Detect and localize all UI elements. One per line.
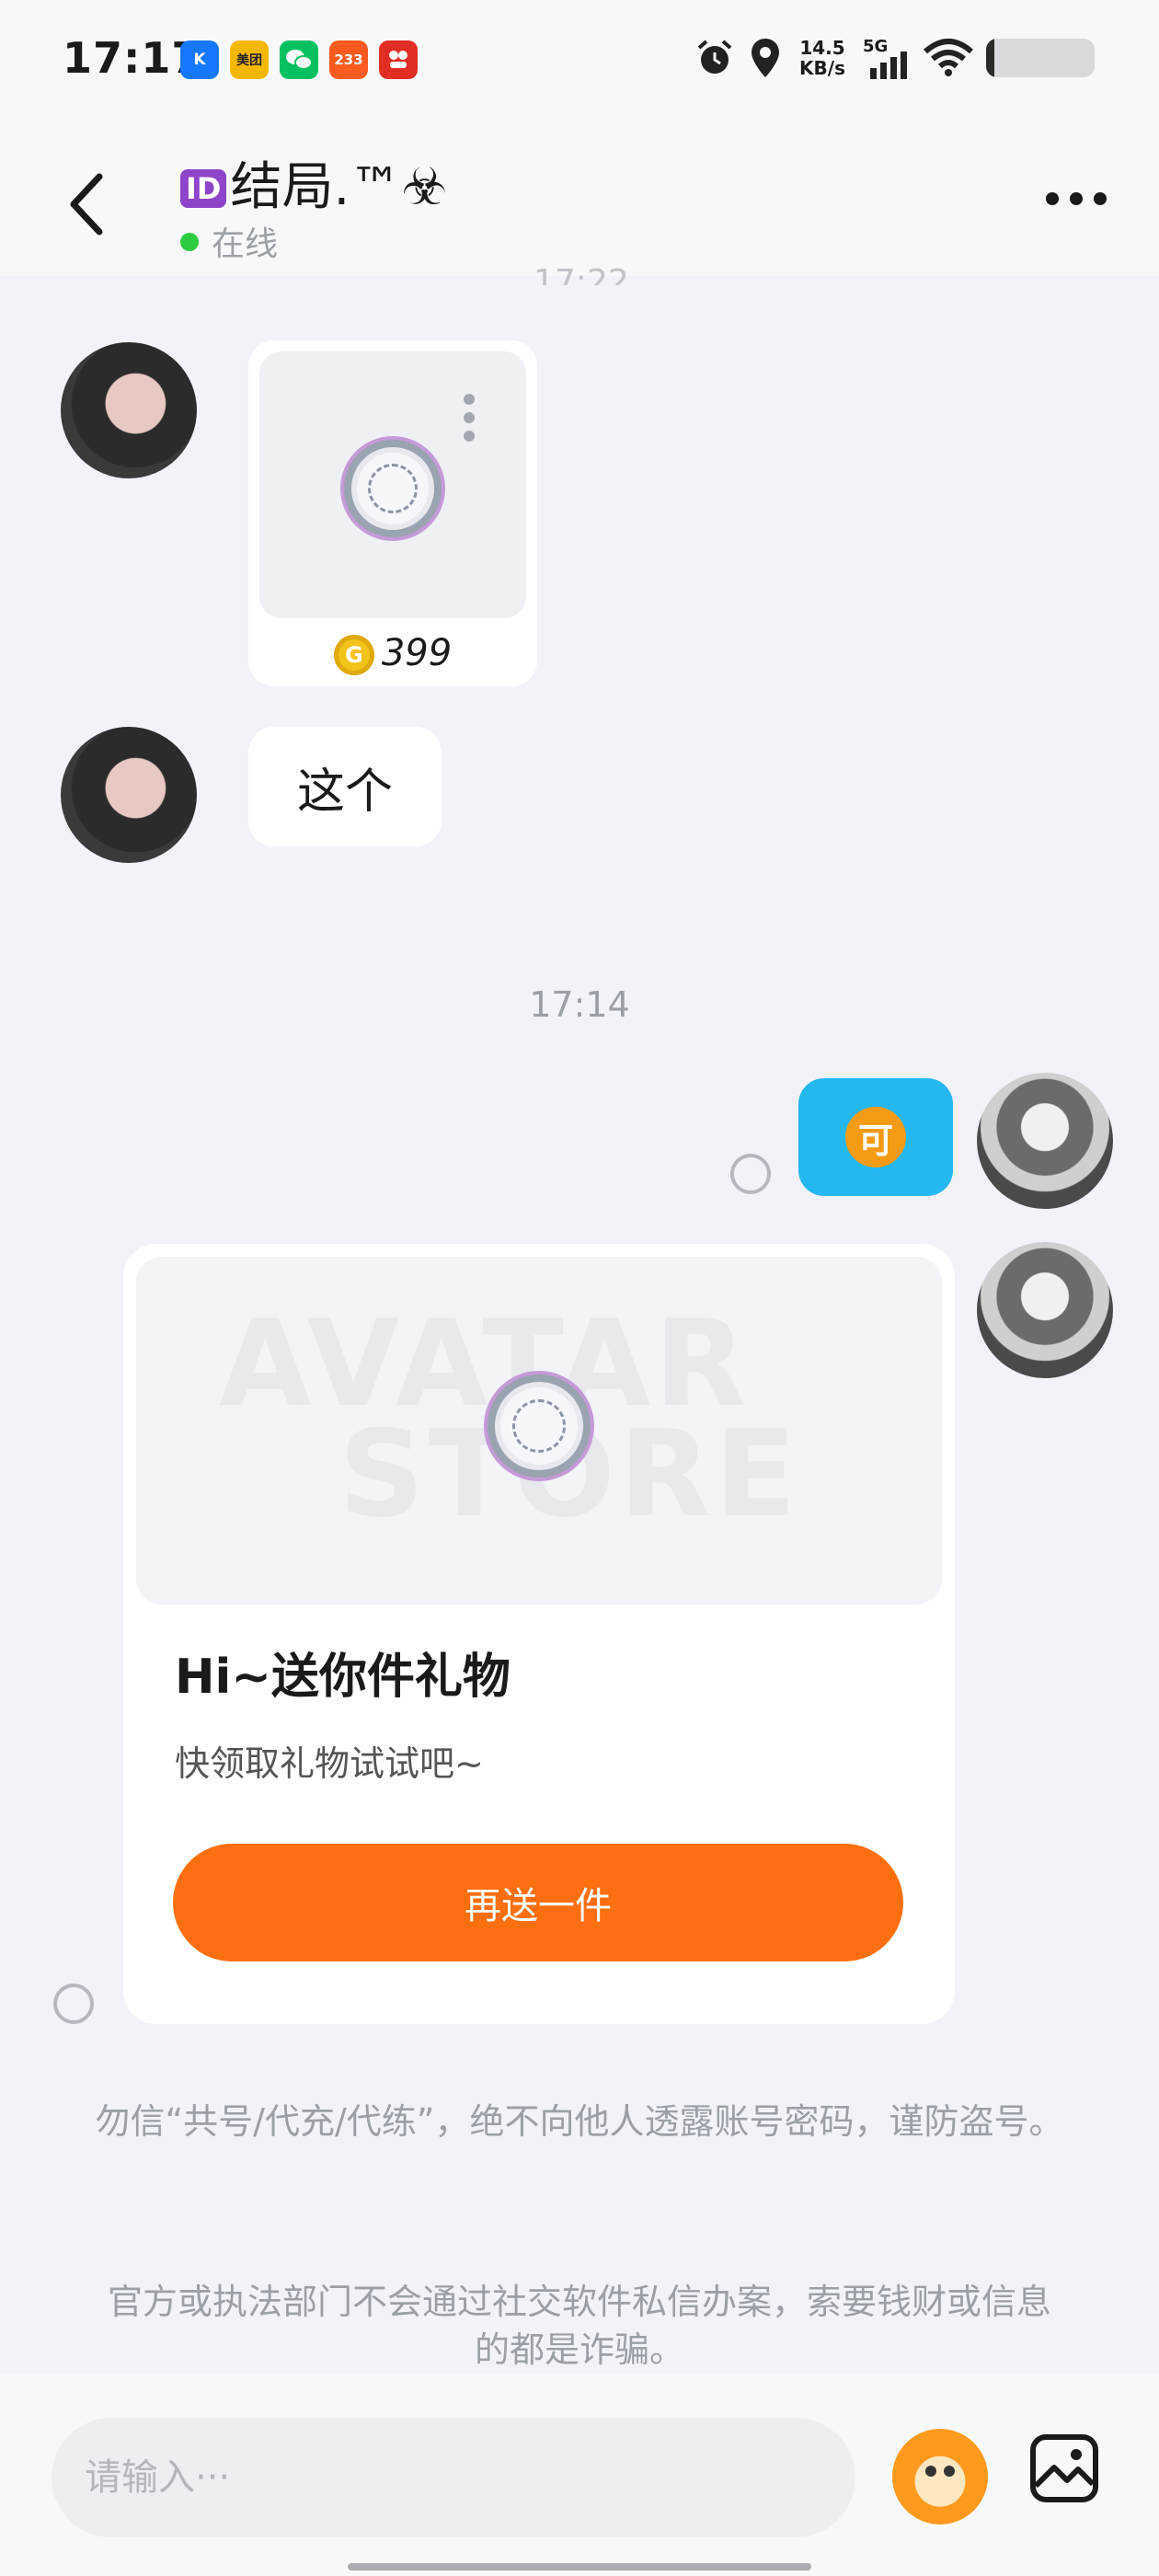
timestamp: 17:14 — [529, 984, 630, 1025]
system-icons: 14.5 KB/s 5G — [694, 37, 1095, 79]
contact-name: ID 结局.™☣ — [180, 145, 447, 220]
input-bar — [0, 2374, 1159, 2576]
cellular-signal: 5G — [863, 37, 911, 79]
back-arrow-icon[interactable] — [59, 167, 114, 241]
safety-notice: 官方或执法部门不会通过社交软件私信办案，索要钱财或信息的都是诈骗。 — [107, 2282, 1051, 2370]
gift-price: G 399 — [248, 632, 537, 675]
location-icon — [752, 39, 779, 77]
gift-banner: AVATAR STORE — [136, 1257, 942, 1604]
id-badge: ID — [180, 169, 227, 208]
pinduoduo-icon — [379, 40, 418, 79]
message-status-icon — [730, 1154, 771, 1194]
gift-item-card[interactable]: G 399 — [248, 340, 537, 686]
avatar-frame-ring-icon — [344, 440, 442, 537]
online-status: 在线 — [180, 217, 278, 265]
message-bubble-outgoing[interactable]: 可 — [798, 1078, 953, 1196]
timestamp-partial: 17:22 — [534, 263, 629, 285]
ke-emoji-icon: 可 — [845, 1107, 906, 1167]
net-speed: 14.5 KB/s — [799, 37, 845, 79]
battery-icon — [986, 39, 1095, 77]
home-indicator[interactable] — [348, 2563, 811, 2570]
more-options-icon[interactable] — [1039, 180, 1113, 217]
my-avatar[interactable] — [977, 1073, 1113, 1209]
app-233-icon: 233 — [329, 40, 368, 79]
mascot-sticker-icon[interactable] — [892, 2429, 988, 2524]
safety-notice: 勿信“共号/代充/代练”，绝不向他人透露账号密码，谨防盗号。 — [95, 2101, 1064, 2142]
coin-icon: G — [333, 635, 374, 675]
message-input[interactable] — [52, 2418, 855, 2537]
gift-card-title: Hi~送你件礼物 — [175, 1650, 511, 1705]
status-bar: 17:17 K 美团 233 14.5 KB/s 5G — [0, 0, 1159, 129]
gift-preview — [259, 351, 526, 618]
k-app-icon: K — [180, 40, 219, 79]
send-another-button[interactable]: 再送一件 — [173, 1844, 903, 1961]
wechat-icon — [280, 40, 318, 79]
avatar-frame-ring-icon — [488, 1374, 591, 1478]
gift-card-subtitle: 快领取礼物试试吧~ — [175, 1743, 484, 1784]
message-bubble-incoming[interactable]: 这个 — [248, 727, 442, 846]
chat-header: ID 结局.™☣ 在线 — [0, 129, 1159, 276]
kebab-menu-icon[interactable] — [464, 394, 475, 449]
contact-name-text: 结局.™☣ — [230, 157, 448, 217]
alarm-icon — [697, 40, 732, 74]
contact-avatar[interactable] — [61, 342, 197, 478]
message-status-icon — [53, 1984, 94, 2024]
online-dot-icon — [180, 233, 199, 251]
my-avatar[interactable] — [977, 1242, 1113, 1378]
meituan-icon: 美团 — [230, 40, 269, 79]
notification-icons: K 美团 233 — [180, 40, 418, 79]
contact-avatar[interactable] — [61, 727, 197, 863]
gift-card-message[interactable]: AVATAR STORE Hi~送你件礼物 快领取礼物试试吧~ 再送一件 — [123, 1244, 955, 2024]
signal-bars-icon — [870, 52, 907, 79]
wifi-icon — [924, 39, 973, 76]
image-picker-icon[interactable] — [1028, 2432, 1100, 2504]
